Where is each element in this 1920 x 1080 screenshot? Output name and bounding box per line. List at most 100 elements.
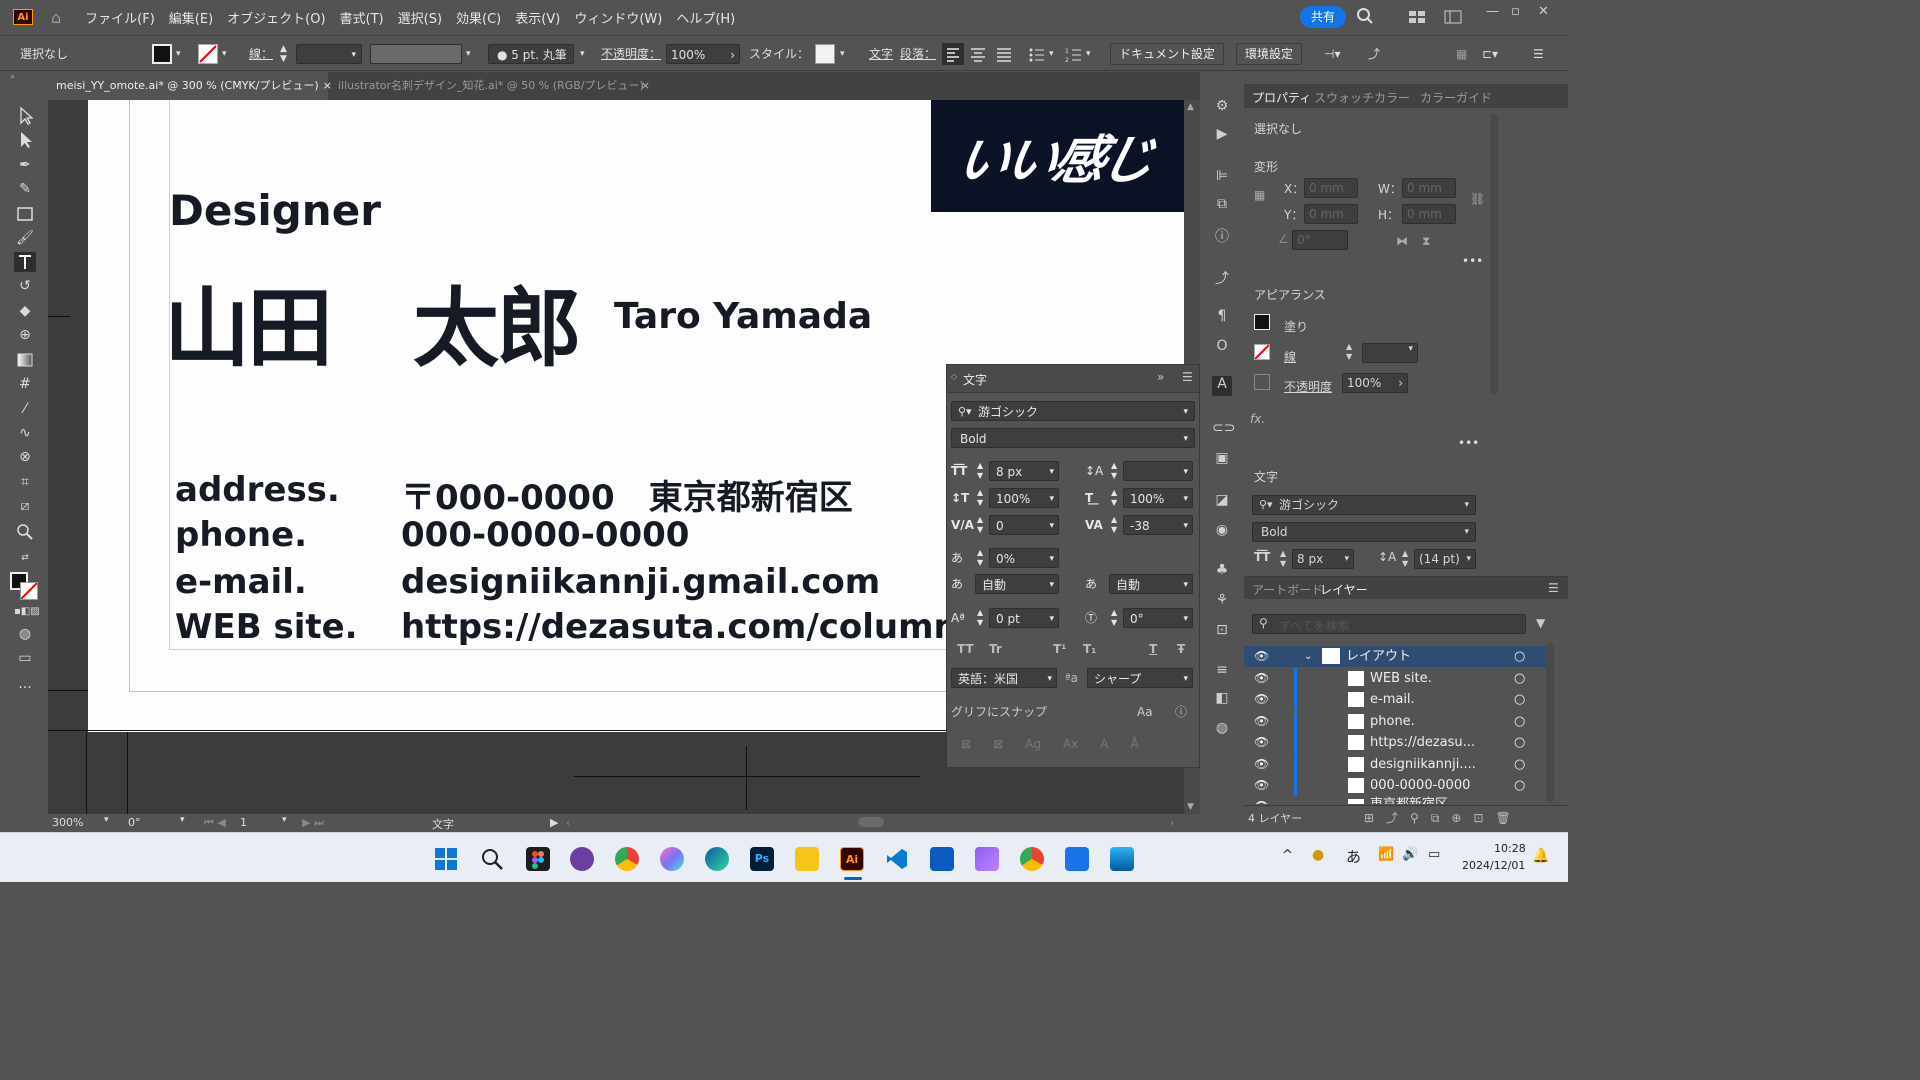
vscode-icon[interactable] (885, 847, 909, 871)
document-setup-button[interactable]: ドキュメント設定 (1110, 43, 1225, 65)
eye-icon[interactable]: 👁 (1254, 732, 1269, 753)
stepper-icon[interactable]: ▲ ▼ (280, 44, 287, 64)
menu-edit[interactable]: 編集(E) (169, 8, 213, 27)
chevron-down-icon[interactable]: ▾ (580, 44, 585, 64)
share-button[interactable]: 共有 (1300, 6, 1346, 28)
eye-icon[interactable]: 👁 (1254, 754, 1269, 775)
pen-tool-icon[interactable]: ✒ (14, 155, 36, 175)
character-panel-icon[interactable]: A (1212, 376, 1232, 396)
variable-width-field[interactable] (370, 44, 462, 64)
fill-swatch[interactable] (1254, 314, 1270, 330)
align-left-icon[interactable] (942, 43, 964, 65)
appearance-icon[interactable]: ◍ (1212, 720, 1232, 740)
horizontal-scale-field[interactable]: 100% ▾ (1123, 488, 1193, 508)
align-center-icon[interactable] (968, 44, 988, 64)
copilot-icon[interactable] (660, 847, 684, 871)
gradient-tool-icon[interactable] (14, 350, 36, 370)
target-icon[interactable]: ○ (1514, 646, 1525, 667)
menu-icon[interactable]: ☰ (1533, 44, 1544, 64)
chevron-down-icon[interactable]: ▾ (104, 815, 109, 825)
opentype-icon[interactable]: O (1212, 338, 1232, 358)
properties-scrollbar[interactable] (1490, 114, 1498, 394)
snap-baseline-icon[interactable]: ⊠ (961, 737, 971, 761)
tab-meisi-omote[interactable]: meisi_YY_omote.ai* @ 300 % (CMYK/プレビュー) … (48, 72, 332, 100)
maximize-icon[interactable]: ▫ (1511, 4, 1520, 19)
stroke-panel-icon[interactable]: ≡ (1212, 662, 1232, 682)
antialias-field[interactable]: シャープ ▾ (1087, 668, 1193, 688)
swap-colors-icon[interactable]: ⇄ (14, 548, 36, 568)
collapse-icon[interactable]: ◇ (951, 372, 957, 381)
eye-icon[interactable]: 👁 (1254, 711, 1269, 732)
zoom-tool-icon[interactable] (14, 521, 36, 541)
target-icon[interactable]: ○ (1514, 689, 1525, 710)
align-panel-icon[interactable]: ⊫ (1212, 168, 1232, 188)
stroke-weight-field[interactable]: ▾ (1362, 343, 1418, 363)
layer-row[interactable]: 👁 https://dezasu... ○ (1244, 732, 1554, 753)
eyedropper-tool-icon[interactable]: ⁄ (14, 399, 36, 419)
layer-name[interactable]: レイアウト (1346, 646, 1411, 667)
stroke-weight-field[interactable]: ▾ (296, 44, 362, 64)
target-icon[interactable]: ○ (1514, 711, 1525, 732)
figma-icon[interactable] (526, 847, 550, 871)
layer-row[interactable]: 👁 WEB site. ○ (1244, 668, 1554, 689)
artboard-nav-icon[interactable]: ⏮ ◀ (204, 816, 226, 830)
selection-tool-icon[interactable] (14, 106, 36, 126)
color-mode-icon[interactable]: ▪◧▨ (14, 602, 40, 622)
stepper-icon[interactable]: ▲ ▼ (977, 461, 983, 481)
chevron-down-icon[interactable]: ▾ (180, 815, 185, 825)
subscript-button[interactable]: T₁ (1083, 639, 1096, 659)
align-right-icon[interactable] (994, 44, 1014, 64)
chevron-down-icon[interactable]: ▾ (222, 44, 227, 64)
stepper-icon[interactable]: ▲ ▼ (1111, 488, 1117, 508)
align-objects-icon[interactable]: ⊣▾ (1324, 44, 1340, 64)
eye-icon[interactable]: 👁 (1254, 646, 1269, 667)
chevron-down-icon[interactable]: ▾ (176, 44, 181, 64)
horizontal-scroll-thumb[interactable] (858, 817, 884, 827)
flip-horizontal-icon[interactable]: ⧓ (1396, 234, 1408, 248)
layer-name[interactable]: WEB site. (1370, 668, 1432, 689)
folder-icon[interactable] (795, 847, 819, 871)
snap-glyph-bounds-icon[interactable]: Ag (1025, 737, 1041, 761)
tray-icon[interactable]: ● (1312, 847, 1324, 863)
constrain-proportions-icon[interactable]: ⛓ (1470, 192, 1485, 206)
clock-time[interactable]: 10:28 (1494, 842, 1526, 855)
opacity-label[interactable]: 不透明度： (601, 44, 661, 64)
rotation-level[interactable]: 0° (128, 816, 141, 829)
stepper-icon[interactable]: ▲ ▼ (977, 515, 983, 535)
stroke-swatch[interactable] (1254, 344, 1270, 360)
opacity-field[interactable]: 100% › (1342, 373, 1408, 393)
superscript-button[interactable]: T¹ (1053, 639, 1066, 659)
stroke-label[interactable]: 線： (249, 44, 273, 64)
rectangle-tool-icon[interactable] (14, 204, 36, 224)
symbols-icon[interactable]: ♣ (1212, 562, 1232, 582)
snap-anchor-icon[interactable]: Å (1130, 737, 1138, 761)
menu-file[interactable]: ファイル(F) (85, 8, 155, 27)
close-window-icon[interactable]: ✕ (1538, 4, 1549, 19)
tsume-field[interactable]: 0% ▾ (989, 548, 1059, 568)
app-icon[interactable] (1065, 847, 1089, 871)
kerning-field[interactable]: 0 ▾ (989, 515, 1059, 535)
pathfinder-icon[interactable]: ⧉ (1212, 196, 1232, 216)
gear-icon[interactable]: ⚙ (1212, 98, 1232, 118)
glyph-guide-icon[interactable]: Aa (1137, 702, 1153, 722)
artboard-tool-icon[interactable]: ⌗ (14, 472, 36, 492)
type-tool-icon[interactable] (14, 252, 36, 272)
layer-name[interactable]: https://dezasu... (1370, 732, 1475, 753)
stepper-icon[interactable]: ▲ ▼ (1280, 549, 1286, 569)
reference-point-icon[interactable]: ▦ (1254, 188, 1265, 202)
app-icon[interactable] (1110, 847, 1134, 871)
edge-icon[interactable] (705, 847, 729, 871)
paintbrush-tool-icon[interactable]: 🖌 (14, 228, 36, 248)
clock-date[interactable]: 2024/12/01 (1462, 859, 1525, 872)
menu-type[interactable]: 書式(T) (340, 8, 384, 27)
layer-name[interactable]: 000-0000-0000 (1370, 775, 1470, 796)
draw-mode-icon[interactable]: ◍ (14, 624, 36, 644)
color-icon[interactable]: ◉ (1212, 522, 1232, 542)
expand-panel-icon[interactable]: » (1157, 370, 1164, 384)
chevron-down-icon[interactable]: ▾ (840, 44, 845, 64)
all-caps-button[interactable]: TT (957, 639, 974, 659)
stepper-icon[interactable]: ▲ ▼ (1111, 608, 1117, 628)
layer-row[interactable]: 👁 000-0000-0000 ○ (1244, 775, 1554, 796)
export-icon[interactable]: ⤴ (1368, 44, 1380, 64)
target-icon[interactable]: ○ (1514, 775, 1525, 796)
